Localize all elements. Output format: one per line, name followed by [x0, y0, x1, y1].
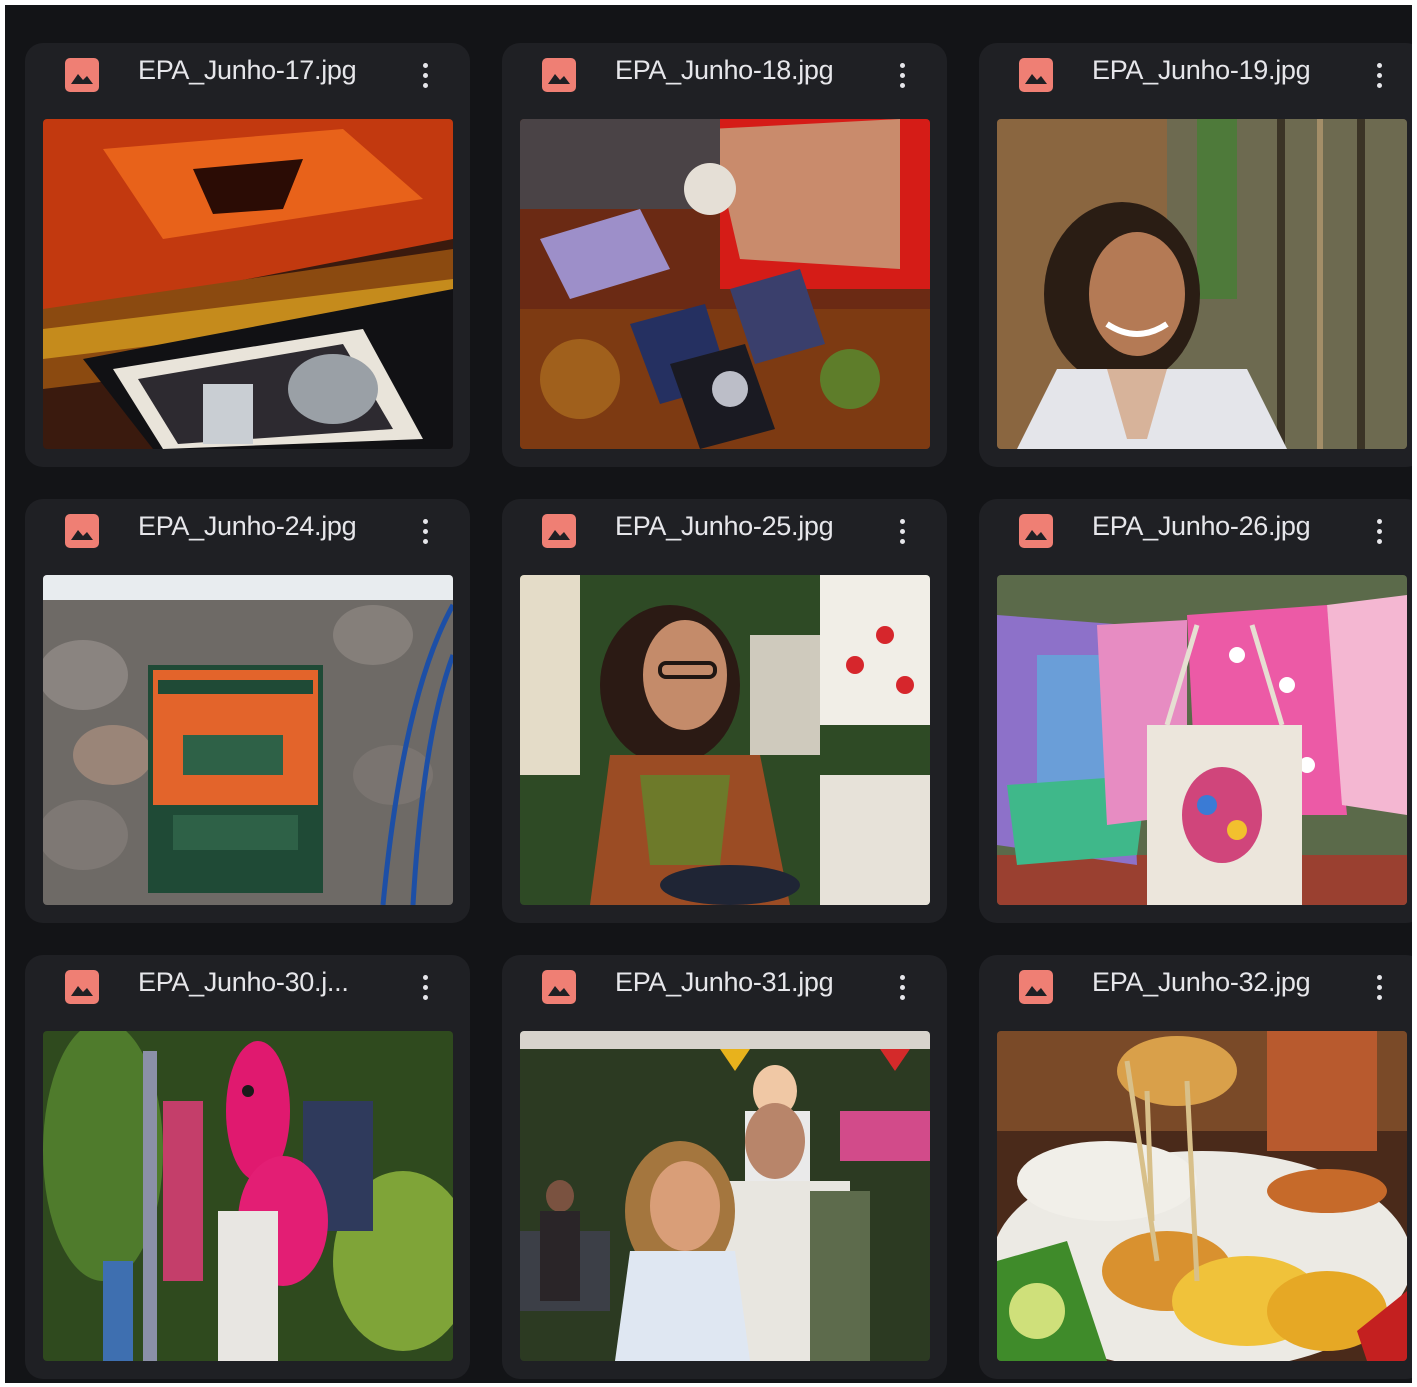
thumbnail-image: [997, 1031, 1407, 1361]
thumbnail-image: [43, 1031, 453, 1361]
file-thumbnail[interactable]: [520, 575, 930, 905]
file-name[interactable]: EPA_Junho-24.jpg: [138, 511, 388, 542]
more-dot: [899, 518, 905, 524]
file-card-header: EPA_Junho-19.jpg: [979, 43, 1412, 121]
file-grid-view: EPA_Junho-17.jpg EPA_Junho-18.jpg EPA_Ju…: [5, 5, 1412, 1383]
more-dot: [1376, 62, 1382, 68]
file-thumbnail[interactable]: [997, 575, 1407, 905]
file-name[interactable]: EPA_Junho-18.jpg: [615, 55, 865, 86]
image-file-icon: [65, 970, 99, 1004]
more-dot: [1376, 538, 1382, 544]
more-dot: [899, 974, 905, 980]
image-file-icon: [65, 514, 99, 548]
file-card-header: EPA_Junho-26.jpg: [979, 499, 1412, 577]
more-dot: [899, 994, 905, 1000]
thumbnail-image: [43, 575, 453, 905]
more-dot: [1376, 984, 1382, 990]
more-dot: [899, 538, 905, 544]
file-card-header: EPA_Junho-18.jpg: [502, 43, 947, 121]
file-card[interactable]: EPA_Junho-26.jpg: [979, 499, 1412, 923]
file-card[interactable]: EPA_Junho-31.jpg: [502, 955, 947, 1379]
file-name[interactable]: EPA_Junho-17.jpg: [138, 55, 388, 86]
file-name[interactable]: EPA_Junho-25.jpg: [615, 511, 865, 542]
more-dot: [422, 984, 428, 990]
more-dot: [1376, 72, 1382, 78]
more-options-button[interactable]: [1363, 55, 1395, 95]
more-options-button[interactable]: [409, 967, 441, 1007]
more-options-button[interactable]: [409, 511, 441, 551]
more-dot: [422, 72, 428, 78]
more-dot: [1376, 528, 1382, 534]
thumbnail-image: [43, 119, 453, 449]
more-dot: [899, 62, 905, 68]
file-thumbnail[interactable]: [520, 1031, 930, 1361]
image-file-icon: [542, 514, 576, 548]
file-name[interactable]: EPA_Junho-30.j...: [138, 967, 388, 998]
file-grid: EPA_Junho-17.jpg EPA_Junho-18.jpg EPA_Ju…: [25, 43, 1412, 1379]
file-card[interactable]: EPA_Junho-25.jpg: [502, 499, 947, 923]
more-dot: [422, 538, 428, 544]
file-thumbnail[interactable]: [43, 575, 453, 905]
more-options-button[interactable]: [1363, 511, 1395, 551]
more-dot: [422, 82, 428, 88]
file-card[interactable]: EPA_Junho-30.j...: [25, 955, 470, 1379]
more-dot: [899, 984, 905, 990]
file-thumbnail[interactable]: [520, 119, 930, 449]
more-options-button[interactable]: [886, 967, 918, 1007]
file-thumbnail[interactable]: [997, 1031, 1407, 1361]
file-card-header: EPA_Junho-17.jpg: [25, 43, 470, 121]
more-options-button[interactable]: [886, 511, 918, 551]
file-thumbnail[interactable]: [43, 119, 453, 449]
file-card-header: EPA_Junho-32.jpg: [979, 955, 1412, 1033]
image-file-icon: [1019, 58, 1053, 92]
more-dot: [422, 62, 428, 68]
more-dot: [1376, 994, 1382, 1000]
file-name[interactable]: EPA_Junho-32.jpg: [1092, 967, 1342, 998]
thumbnail-image: [997, 119, 1407, 449]
file-card[interactable]: EPA_Junho-19.jpg: [979, 43, 1412, 467]
file-card[interactable]: EPA_Junho-17.jpg: [25, 43, 470, 467]
image-file-icon: [542, 970, 576, 1004]
more-dot: [1376, 974, 1382, 980]
more-dot: [422, 974, 428, 980]
file-thumbnail[interactable]: [997, 119, 1407, 449]
image-file-icon: [1019, 514, 1053, 548]
more-dot: [1376, 518, 1382, 524]
file-card-header: EPA_Junho-25.jpg: [502, 499, 947, 577]
more-dot: [422, 518, 428, 524]
more-options-button[interactable]: [886, 55, 918, 95]
image-file-icon: [542, 58, 576, 92]
more-dot: [422, 994, 428, 1000]
more-dot: [899, 82, 905, 88]
file-name[interactable]: EPA_Junho-19.jpg: [1092, 55, 1342, 86]
thumbnail-image: [520, 119, 930, 449]
thumbnail-image: [997, 575, 1407, 905]
more-dot: [422, 528, 428, 534]
file-card-header: EPA_Junho-31.jpg: [502, 955, 947, 1033]
image-file-icon: [65, 58, 99, 92]
file-card[interactable]: EPA_Junho-24.jpg: [25, 499, 470, 923]
file-name[interactable]: EPA_Junho-31.jpg: [615, 967, 865, 998]
file-name[interactable]: EPA_Junho-26.jpg: [1092, 511, 1342, 542]
file-card[interactable]: EPA_Junho-32.jpg: [979, 955, 1412, 1379]
file-card-header: EPA_Junho-24.jpg: [25, 499, 470, 577]
thumbnail-image: [520, 575, 930, 905]
file-card[interactable]: EPA_Junho-18.jpg: [502, 43, 947, 467]
more-dot: [899, 72, 905, 78]
more-dot: [899, 528, 905, 534]
file-thumbnail[interactable]: [43, 1031, 453, 1361]
image-file-icon: [1019, 970, 1053, 1004]
file-card-header: EPA_Junho-30.j...: [25, 955, 470, 1033]
more-options-button[interactable]: [409, 55, 441, 95]
thumbnail-image: [520, 1031, 930, 1361]
more-options-button[interactable]: [1363, 967, 1395, 1007]
more-dot: [1376, 82, 1382, 88]
